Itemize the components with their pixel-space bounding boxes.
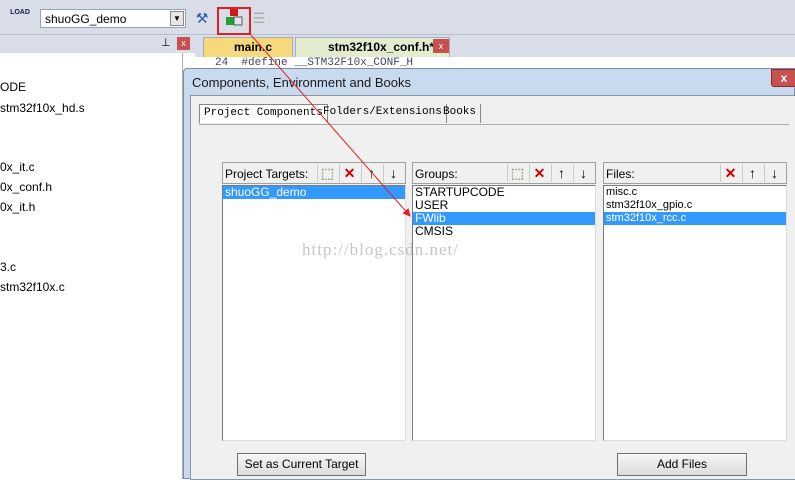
list-item[interactable]: misc.c: [604, 186, 786, 199]
target-select[interactable]: shuoGG_demo ▼: [40, 9, 186, 28]
targets-list[interactable]: shuoGG_demo: [222, 185, 406, 441]
move-up-icon[interactable]: ↑: [742, 164, 762, 182]
move-up-icon[interactable]: ↑: [551, 164, 571, 182]
dialog-title: Components, Environment and Books: [192, 75, 411, 90]
tree-item[interactable]: 0x_it.h: [0, 200, 35, 214]
tab-main-c[interactable]: main.c: [203, 37, 293, 57]
target-value: shuoGG_demo: [45, 12, 127, 26]
move-up-icon[interactable]: ↑: [361, 164, 381, 182]
toolbar: LOAD shuoGG_demo ▼ ⚒ ☰: [0, 0, 795, 35]
files-label: Files:: [606, 167, 635, 181]
list-item[interactable]: stm32f10x_rcc.c: [604, 212, 786, 225]
delete-icon[interactable]: ✕: [339, 164, 359, 182]
tree-item[interactable]: stm32f10x_hd.s: [0, 101, 85, 115]
tab-folders-extensions[interactable]: Folders/Extensions: [319, 104, 447, 123]
move-down-icon[interactable]: ↓: [573, 164, 593, 182]
project-panel: ⊥ x ODE stm32f10x_hd.s 0x_it.c 0x_conf.h…: [0, 35, 195, 479]
tree-item[interactable]: stm32f10x.c: [0, 280, 65, 294]
tab-project-components[interactable]: Project Components: [199, 104, 328, 123]
groups-label: Groups:: [415, 167, 458, 181]
stack-icon[interactable]: ☰: [249, 8, 269, 28]
load-icon[interactable]: LOAD: [10, 8, 30, 28]
panel-header: ⊥ x: [0, 35, 195, 53]
new-icon[interactable]: ⬚: [317, 164, 337, 182]
targets-header: Project Targets: ⬚ ✕ ↑ ↓: [222, 162, 406, 184]
tree-item[interactable]: 0x_conf.h: [0, 180, 52, 194]
pin-icon[interactable]: ⊥: [161, 36, 171, 49]
list-item[interactable]: shuoGG_demo: [223, 186, 405, 199]
files-header: Files: ✕ ↑ ↓: [603, 162, 787, 184]
add-files-button[interactable]: Add Files: [617, 453, 747, 476]
targets-label: Project Targets:: [225, 167, 309, 181]
close-tab-icon[interactable]: x: [433, 39, 449, 53]
magic-wand-icon[interactable]: ⚒: [192, 8, 212, 28]
set-as-current-target-button[interactable]: Set as Current Target: [237, 453, 366, 476]
groups-list[interactable]: STARTUPCODE USER FWlib CMSIS: [412, 185, 596, 441]
close-icon[interactable]: x: [771, 69, 795, 87]
tab-stm32f10x-conf-h[interactable]: stm32f10x_conf.h*: [295, 37, 450, 57]
close-icon[interactable]: x: [177, 37, 190, 50]
watermark: http://blog.csdn.net/: [302, 240, 459, 259]
list-item[interactable]: CMSIS: [413, 225, 595, 238]
highlight-box: [217, 7, 251, 35]
components-dialog: Components, Environment and Books x Proj…: [183, 68, 795, 480]
chevron-down-icon[interactable]: ▼: [170, 11, 184, 26]
tree-item[interactable]: 3.c: [0, 260, 16, 274]
move-down-icon[interactable]: ↓: [383, 164, 403, 182]
tab-label: stm32f10x_conf.h*: [328, 40, 435, 54]
dialog-body: Project Components Folders/Extensions Bo…: [190, 95, 795, 480]
list-item[interactable]: stm32f10x_gpio.c: [604, 199, 786, 212]
new-icon[interactable]: ⬚: [507, 164, 527, 182]
move-down-icon[interactable]: ↓: [764, 164, 784, 182]
tab-label: main.c: [234, 40, 273, 54]
tree-item[interactable]: ODE: [0, 80, 26, 94]
tab-books[interactable]: Books: [439, 104, 482, 123]
tree-item[interactable]: 0x_it.c: [0, 160, 35, 174]
delete-icon[interactable]: ✕: [529, 164, 549, 182]
delete-icon[interactable]: ✕: [720, 164, 740, 182]
editor-tabs: main.c stm32f10x_conf.h* x: [195, 35, 795, 57]
files-list[interactable]: misc.c stm32f10x_gpio.c stm32f10x_rcc.c: [603, 185, 787, 441]
groups-header: Groups: ⬚ ✕ ↑ ↓: [412, 162, 596, 184]
